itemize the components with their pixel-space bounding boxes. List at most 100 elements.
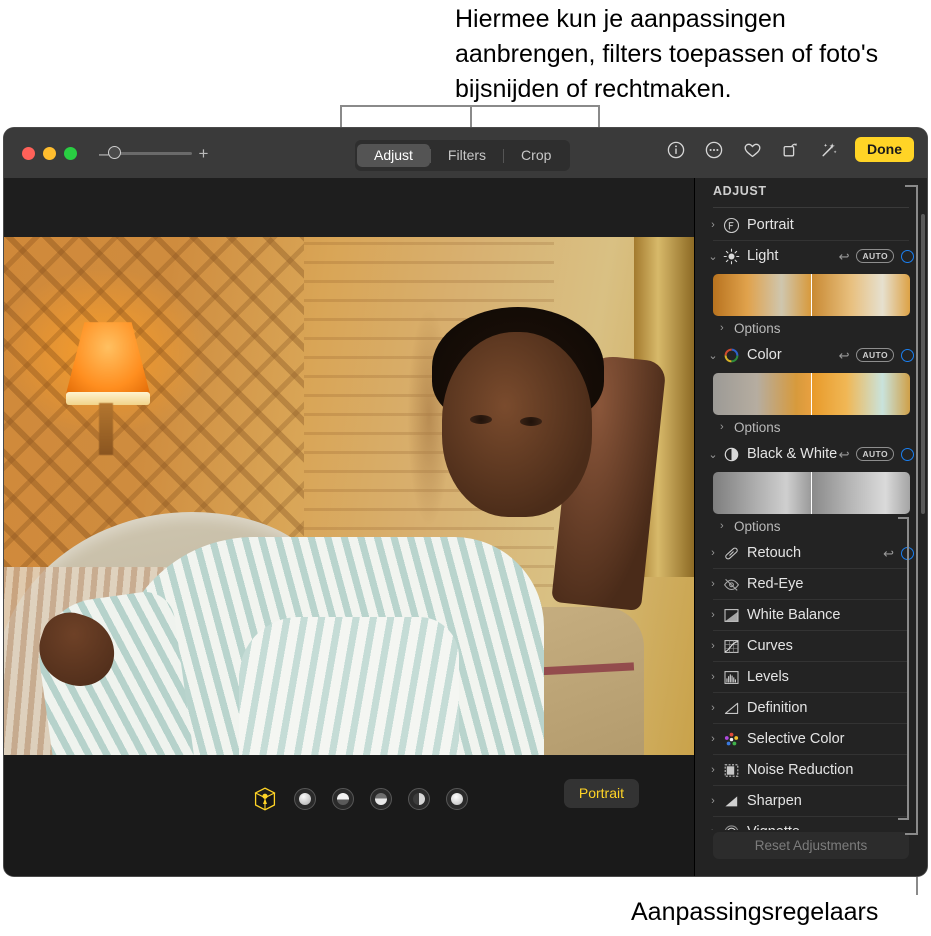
high-key-light-mono-effect[interactable] (446, 788, 468, 810)
studio-light-effect[interactable] (294, 788, 316, 810)
chevron-right-icon[interactable]: › (705, 578, 721, 590)
zoom-slider[interactable]: – + (99, 145, 208, 162)
adjustment-label: Definition (747, 700, 808, 716)
portrait-lighting-effects[interactable] (252, 786, 468, 812)
adjustment-row-black-and-white[interactable]: ⌄ Black & White ↩ AUTO (695, 439, 927, 469)
sidebar-scrollbar[interactable] (921, 214, 925, 514)
preview-thumb[interactable] (713, 274, 811, 316)
chevron-down-icon[interactable]: ⌄ (705, 448, 721, 461)
auto-button[interactable]: AUTO (856, 348, 894, 362)
contour-light-effect[interactable] (332, 788, 354, 810)
revert-icon[interactable]: ↩ (883, 547, 894, 560)
chevron-down-icon[interactable]: ⌄ (705, 349, 721, 362)
auto-button[interactable]: AUTO (856, 447, 894, 461)
chevron-right-icon[interactable]: › (705, 764, 721, 776)
portrait-badge[interactable]: Portrait (563, 779, 639, 808)
zoom-in-icon[interactable]: + (198, 145, 208, 162)
black-and-white-preview-strip[interactable] (713, 472, 910, 514)
top-annotation-text: Hiermee kun je aanpassingen aanbrengen, … (455, 5, 879, 103)
revert-icon[interactable]: ↩ (839, 250, 850, 263)
preview-thumb[interactable] (713, 373, 811, 415)
enable-toggle-dot[interactable] (901, 348, 914, 362)
adjustment-row-vignette[interactable]: › Vignette (695, 817, 927, 830)
vignette-icon (721, 822, 741, 830)
chevron-right-icon[interactable]: › (705, 219, 721, 231)
adjustment-label: Levels (747, 669, 789, 685)
chevron-right-icon[interactable]: › (705, 609, 721, 621)
adjustment-row-levels[interactable]: › Levels (695, 662, 927, 692)
reset-adjustments-button[interactable]: Reset Adjustments (713, 832, 909, 859)
photo-subject-face (442, 332, 592, 517)
auto-enhance-wand-icon[interactable] (817, 139, 839, 161)
enable-toggle-dot[interactable] (901, 249, 914, 263)
revert-icon[interactable]: ↩ (839, 448, 850, 461)
adjustment-row-definition[interactable]: › Definition (695, 693, 927, 723)
chevron-right-icon[interactable]: › (705, 547, 721, 559)
curves-icon (721, 636, 741, 656)
adjustment-row-red-eye[interactable]: › Red-Eye (695, 569, 927, 599)
adjustment-label: Selective Color (747, 731, 845, 747)
preview-thumb[interactable] (811, 472, 910, 514)
edited-photo[interactable] (4, 237, 694, 755)
chevron-right-icon[interactable]: › (720, 421, 734, 433)
zoom-slider-track[interactable] (108, 145, 193, 159)
adjustment-row-retouch[interactable]: › Retouch ↩ (695, 538, 927, 568)
adjustment-row-light[interactable]: ⌄ Light ↩ AUTO (695, 241, 927, 271)
tab-adjust[interactable]: Adjust (357, 144, 430, 167)
zoom-button[interactable] (64, 146, 77, 160)
chevron-right-icon[interactable]: › (705, 702, 721, 714)
bottom-annotation-text: Aanpassingsregelaars (631, 898, 879, 926)
adjustment-row-selective-color[interactable]: › Selective Color (695, 724, 927, 754)
adjustment-row-white-balance[interactable]: › White Balance (695, 600, 927, 630)
rotate-icon[interactable] (779, 139, 801, 161)
chevron-down-icon[interactable]: ⌄ (705, 250, 721, 263)
preview-thumb[interactable] (713, 472, 811, 514)
definition-icon (721, 698, 741, 718)
zoom-out-icon[interactable]: – (99, 145, 108, 162)
traffic-lights (22, 146, 77, 160)
revert-icon[interactable]: ↩ (839, 349, 850, 362)
levels-icon (721, 667, 741, 687)
light-preview-strip[interactable] (713, 274, 910, 316)
bandage-icon (721, 543, 741, 563)
preview-thumb[interactable] (811, 274, 910, 316)
color-preview-strip[interactable] (713, 373, 910, 415)
adjustment-label: Color (747, 347, 782, 363)
stage-light-effect[interactable] (370, 788, 392, 810)
chevron-right-icon[interactable]: › (705, 733, 721, 745)
natural-light-cube-icon[interactable] (252, 786, 278, 812)
preview-thumb[interactable] (811, 373, 910, 415)
black-and-white-options-row[interactable]: › Options (695, 514, 927, 538)
favorite-heart-icon[interactable] (741, 139, 763, 161)
adjustment-label: Sharpen (747, 793, 802, 809)
stage-light-mono-effect[interactable] (408, 788, 430, 810)
chevron-right-icon[interactable]: › (705, 671, 721, 683)
close-button[interactable] (22, 146, 35, 160)
auto-button[interactable]: AUTO (856, 249, 894, 263)
chevron-right-icon[interactable]: › (720, 520, 734, 532)
chevron-right-icon[interactable]: › (705, 640, 721, 652)
zoom-slider-knob[interactable] (108, 145, 122, 159)
adjustment-row-portrait[interactable]: › Portrait (695, 210, 927, 240)
color-options-row[interactable]: › Options (695, 415, 927, 439)
adjustment-controls-callout-right (907, 517, 909, 820)
done-button[interactable]: Done (855, 137, 914, 162)
adjustment-row-noise-reduction[interactable]: › Noise Reduction (695, 755, 927, 785)
adjustment-row-sharpen[interactable]: › Sharpen (695, 786, 927, 816)
photos-editor-window: – + Adjust Filters Crop Done Portrait AD… (4, 128, 927, 876)
minimize-button[interactable] (43, 146, 56, 160)
chevron-right-icon[interactable]: › (720, 322, 734, 334)
light-options-row[interactable]: › Options (695, 316, 927, 340)
enable-toggle-dot[interactable] (901, 447, 914, 461)
adjustment-label: Retouch (747, 545, 802, 561)
adjustment-row-curves[interactable]: › Curves (695, 631, 927, 661)
adjustment-row-color[interactable]: ⌄ Color ↩ AUTO (695, 340, 927, 370)
chevron-right-icon[interactable]: › (705, 795, 721, 807)
chevron-right-icon[interactable]: › (705, 826, 721, 830)
more-options-icon[interactable] (703, 139, 725, 161)
editor-mode-segmented-control[interactable]: Adjust Filters Crop (355, 140, 571, 171)
info-icon[interactable] (665, 139, 687, 161)
tab-filters[interactable]: Filters (431, 144, 503, 167)
white-balance-icon (721, 605, 741, 625)
tab-crop[interactable]: Crop (504, 144, 568, 167)
